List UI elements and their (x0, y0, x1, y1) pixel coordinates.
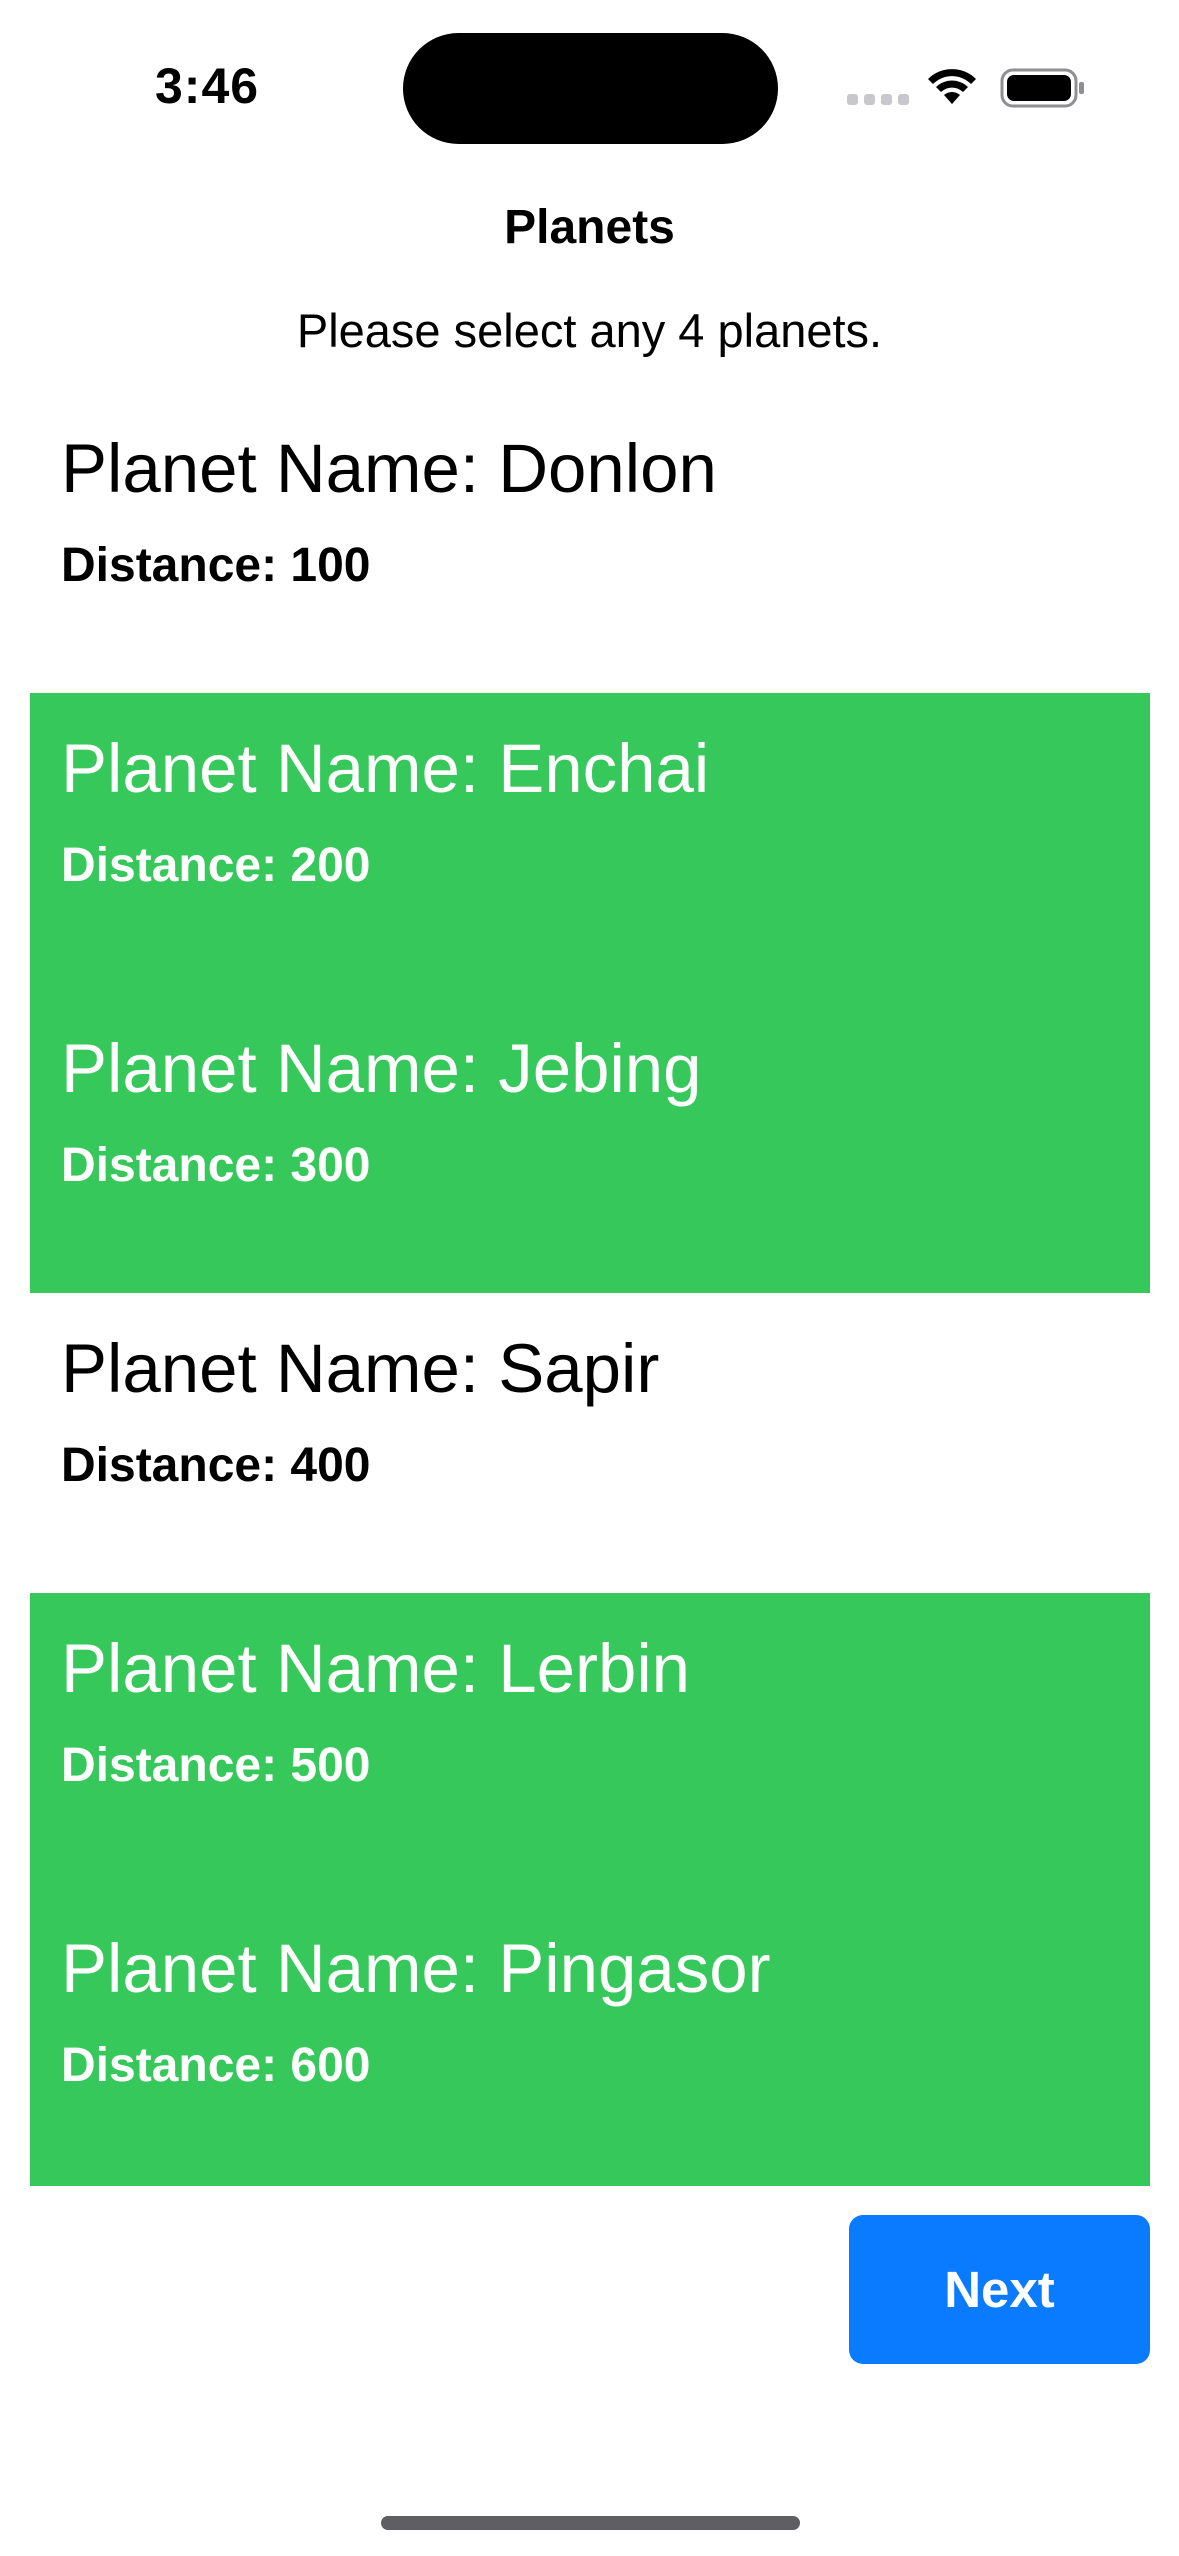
home-indicator[interactable] (381, 2516, 800, 2530)
planet-distance: Distance: 300 (61, 1139, 371, 1192)
planet-row-donlon[interactable]: Planet Name: Donlon Distance: 100 (30, 393, 1150, 693)
instruction-text: Please select any 4 planets. (296, 304, 883, 357)
status-time: 3:46 (155, 58, 260, 114)
planet-distance: Distance: 600 (61, 2039, 371, 2092)
planet-distance: Distance: 500 (61, 1739, 371, 1792)
planet-distance: Distance: 400 (61, 1439, 371, 1492)
dynamic-island (403, 33, 778, 144)
planet-row-lerbin[interactable]: Planet Name: Lerbin Distance: 500 (30, 1593, 1150, 1893)
planet-row-jebing[interactable]: Planet Name: Jebing Distance: 300 (30, 993, 1150, 1293)
cellular-signal-icon (847, 94, 909, 105)
planet-distance: Distance: 200 (61, 839, 371, 892)
planet-row-enchai[interactable]: Planet Name: Enchai Distance: 200 (30, 693, 1150, 993)
planet-name: Planet Name: Lerbin (61, 1630, 691, 1707)
planet-distance: Distance: 100 (61, 539, 371, 592)
page-title: Planets (504, 201, 675, 254)
planet-name: Planet Name: Sapir (61, 1330, 660, 1407)
planet-list: Planet Name: Donlon Distance: 100 Planet… (30, 393, 1150, 2186)
battery-icon (1000, 68, 1084, 108)
next-button[interactable]: Next (849, 2215, 1150, 2364)
planets-screen: 3:46 Planets Please select any 4 planets… (0, 0, 1179, 2556)
wifi-icon (928, 69, 976, 104)
planet-name: Planet Name: Donlon (61, 430, 717, 507)
planet-name: Planet Name: Pingasor (61, 1930, 771, 2007)
planet-row-pingasor[interactable]: Planet Name: Pingasor Distance: 600 (30, 1893, 1150, 2186)
planet-name: Planet Name: Jebing (61, 1030, 702, 1107)
planet-row-sapir[interactable]: Planet Name: Sapir Distance: 400 (30, 1293, 1150, 1593)
planet-name: Planet Name: Enchai (61, 730, 710, 807)
